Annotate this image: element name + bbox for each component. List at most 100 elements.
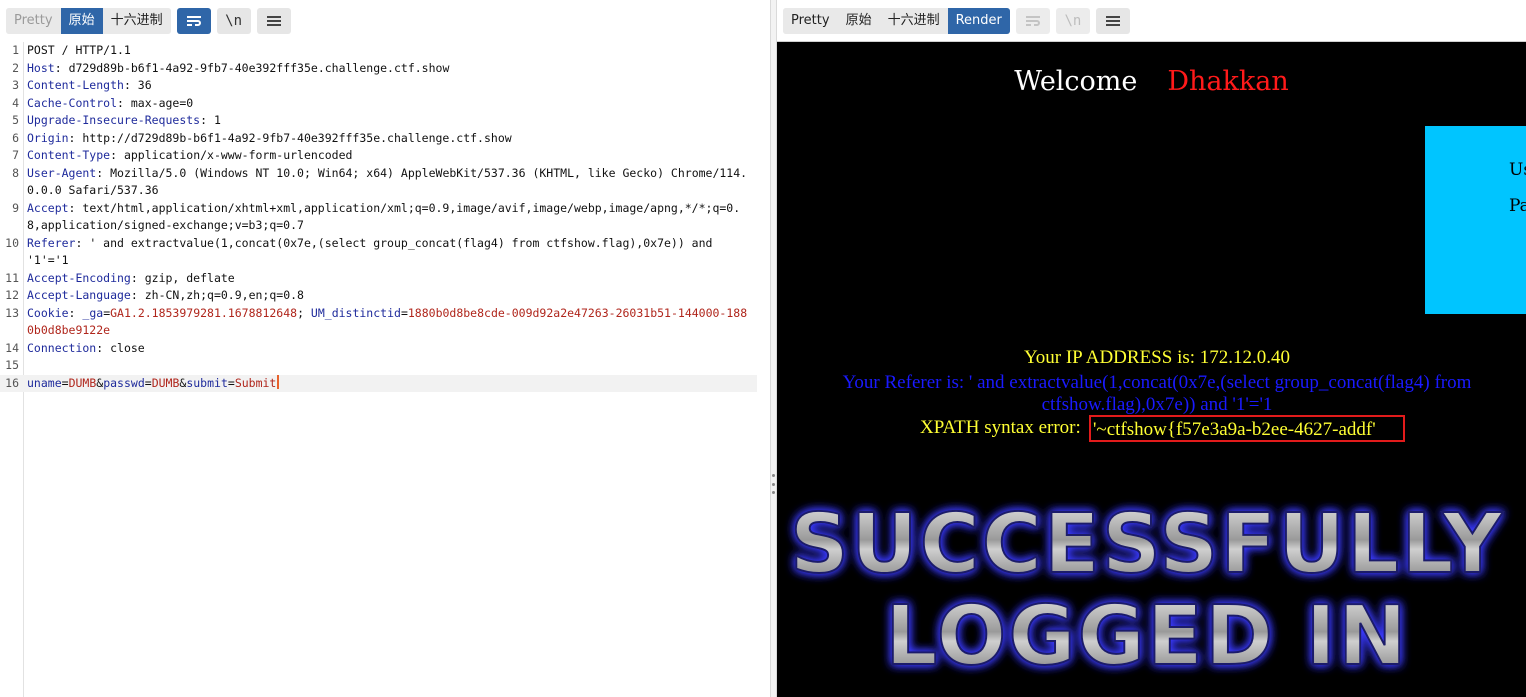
header-key: User-Agent: [27, 165, 97, 180]
code-line: 13 Cookie: _ga=GA1.2.1853979281.167881264…: [0, 305, 770, 340]
header-value: 36: [130, 78, 152, 92]
request-pane: Pretty 原始 十六进制 \n 1 POST / HTTP/1.1 2 Host…: [0, 0, 770, 697]
request-view-tabs: Pretty 原始 十六进制: [6, 8, 171, 34]
hamburger-menu-icon: [1105, 16, 1120, 26]
line-number: 16: [5, 375, 19, 390]
tab-raw[interactable]: 原始: [60, 8, 103, 34]
header-key: Accept-Language: [27, 288, 131, 302]
code-line: 12 Accept-Language: zh-CN,zh;q=0.9,en;q=0…: [0, 287, 770, 305]
request-menu-button[interactable]: [256, 8, 291, 34]
hamburger-menu-icon: [266, 16, 281, 26]
header-value: text/html,application/xhtml+xml,applicat…: [27, 200, 741, 233]
banner-line-2: LOGGED IN: [885, 589, 1408, 684]
newline-toggle-icon: \n: [225, 13, 243, 29]
code-line: 1 POST / HTTP/1.1: [0, 42, 770, 60]
header-key: Content-Type: [27, 148, 111, 162]
line-number: 7: [12, 148, 19, 162]
line-number: 4: [12, 95, 19, 110]
line-number: 2: [12, 60, 19, 75]
line-number: 8: [12, 165, 19, 180]
welcome-username: Dhakkan: [1167, 66, 1289, 97]
header-key: Cookie: [27, 305, 69, 320]
code-line: 14 Connection: close: [0, 340, 770, 358]
code-line-current: 16 uname=DUMB&passwd=DUMB&submit=Submit: [0, 374, 757, 392]
newline-toggle-button[interactable]: \n: [216, 8, 251, 34]
response-toolbar: Pretty 原始 十六进制 Render \n: [783, 8, 1130, 34]
code-line: 3 Content-Length: 36: [0, 77, 770, 95]
cookie-name: UM_distinctid: [310, 305, 401, 320]
code-line: 5 Upgrade-Insecure-Requests: 1: [0, 112, 770, 130]
code-line: 4 Cache-Control: max-age=0: [0, 95, 770, 113]
header-key: Accept-Encoding: [27, 270, 131, 285]
tab-raw[interactable]: 原始: [837, 8, 880, 34]
line-number: 10: [5, 235, 19, 250]
line-number: 14: [5, 340, 19, 355]
body-param-name: uname: [27, 375, 62, 390]
body-param-value: DUMB: [68, 375, 97, 390]
xpath-error-label: XPATH syntax error:: [920, 417, 1081, 438]
request-code: 1 POST / HTTP/1.1 2 Host: d729d89b-b6f1-4a…: [0, 42, 770, 392]
welcome-heading: Welcome Dhakkan: [777, 66, 1526, 97]
header-value: ' and extractvalue(1,concat(0x7e,(select…: [27, 235, 720, 268]
code-line: 7 Content-Type: application/x-www-form-ur…: [0, 147, 770, 165]
text-caret: [277, 374, 280, 389]
header-value: zh-CN,zh;q=0.9,en;q=0.8: [137, 288, 304, 302]
code-line: 6 Origin: http://d729d89b-b6f1-4a92-9fb7-…: [0, 130, 770, 148]
line-number: 15: [5, 358, 19, 372]
tab-hex[interactable]: 十六进制: [102, 8, 171, 34]
flag-highlight-box: '~ctfshow{f57e3a9a-b2ee-4627-addf': [1089, 415, 1405, 442]
code-line: 10 Referer: ' and extractvalue(1,concat(0…: [0, 235, 770, 270]
wrap-lines-icon: [186, 16, 201, 26]
pane-splitter[interactable]: [770, 0, 777, 697]
header-value: Mozilla/5.0 (Windows NT 10.0; Win64; x64…: [27, 165, 748, 198]
wrap-lines-button[interactable]: [1015, 8, 1050, 34]
body-param-value: DUMB: [151, 375, 180, 390]
cookie-value: GA1.2.1853979281.1678812648: [110, 305, 298, 320]
line-number: 3: [12, 78, 19, 92]
newline-toggle-button[interactable]: \n: [1055, 8, 1090, 34]
tab-hex[interactable]: 十六进制: [879, 8, 948, 34]
line-number: 13: [5, 305, 19, 320]
username-label: Us: [1509, 160, 1526, 180]
body-param-value: Submit: [234, 375, 277, 390]
body-param-name: passwd: [103, 375, 145, 390]
header-key: Cache-Control: [27, 95, 118, 110]
response-menu-button[interactable]: [1095, 8, 1130, 34]
line-number: 5: [12, 113, 19, 127]
tab-pretty[interactable]: Pretty: [6, 8, 61, 34]
splitter-grip-icon[interactable]: [772, 474, 775, 494]
request-toolbar: Pretty 原始 十六进制 \n: [6, 8, 291, 34]
tab-render[interactable]: Render: [947, 8, 1010, 34]
newline-toggle-icon: \n: [1064, 13, 1082, 29]
header-value: close: [103, 340, 145, 355]
request-line: POST / HTTP/1.1: [27, 43, 131, 57]
line-number: 11: [5, 270, 19, 285]
code-line: 8 User-Agent: Mozilla/5.0 (Windows NT 10.…: [0, 165, 770, 200]
header-key: Upgrade-Insecure-Requests: [27, 113, 201, 127]
ip-address-text: Your IP ADDRESS is: 172.12.0.40: [1023, 347, 1291, 368]
wrap-lines-button[interactable]: [176, 8, 211, 34]
line-number: 9: [12, 200, 19, 215]
header-key: Content-Length: [27, 78, 124, 92]
body-param-name: submit: [186, 375, 228, 390]
header-value: gzip, deflate: [137, 270, 235, 285]
header-key: Referer: [27, 235, 76, 250]
header-value: max-age=0: [123, 95, 194, 110]
header-key: Accept: [27, 200, 69, 215]
line-number: 12: [5, 288, 19, 302]
header-key: Connection: [27, 340, 97, 355]
header-value: http://d729d89b-b6f1-4a92-9fb7-40e392fff…: [75, 130, 512, 145]
header-key: Host: [27, 60, 55, 75]
request-editor[interactable]: 1 POST / HTTP/1.1 2 Host: d729d89b-b6f1-4a…: [0, 42, 770, 697]
welcome-text: Welcome: [1014, 66, 1138, 97]
header-value: 1: [207, 113, 221, 127]
tab-pretty[interactable]: Pretty: [783, 8, 838, 34]
xpath-error-row: XPATH syntax error: '~ctfshow{f57e3a9a-b…: [777, 415, 1526, 443]
referer-text: Your Referer is: ' and extractvalue(1,co…: [842, 372, 1472, 415]
banner-line-1: SUCCESSFULLY: [790, 497, 1504, 592]
wrap-lines-icon: [1025, 16, 1040, 26]
password-label: Pa: [1509, 196, 1526, 216]
header-key: Origin: [27, 130, 69, 145]
line-number: 6: [12, 130, 19, 145]
header-value: application/x-www-form-urlencoded: [117, 148, 353, 162]
